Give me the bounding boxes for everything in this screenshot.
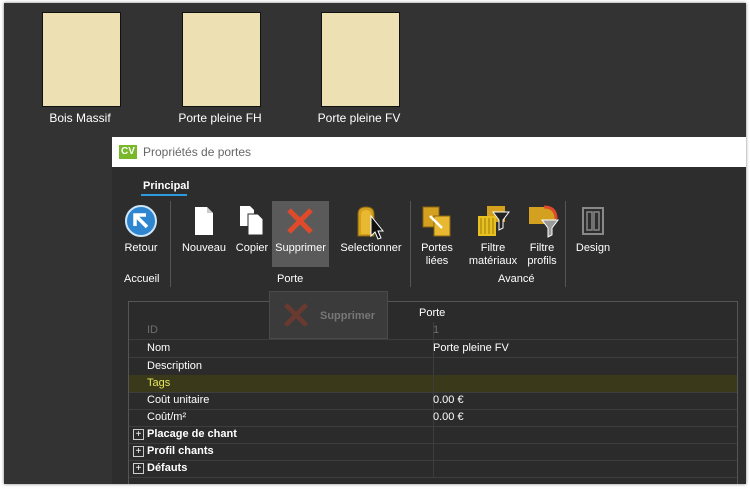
- property-value[interactable]: Porte pleine FV: [433, 342, 509, 354]
- material-label: Bois Massif: [49, 111, 111, 125]
- ribbon: Retour Accueil Nouveau Copier Supprimer …: [112, 201, 746, 291]
- material-filter-icon: [478, 206, 510, 236]
- profile-filter-label: Filtre profils: [527, 242, 557, 267]
- property-row-id: ID 1: [129, 322, 737, 340]
- property-name: Coût/m²: [147, 411, 187, 423]
- property-value[interactable]: 0.00 €: [433, 411, 464, 423]
- property-group-name: Placage de chant: [147, 428, 237, 440]
- group-label-accueil: Accueil: [124, 273, 160, 285]
- property-group-edge-profile[interactable]: + Profil chants: [129, 443, 737, 461]
- back-arrow-icon: [125, 205, 157, 237]
- property-row-unit-cost[interactable]: Coût unitaire 0.00 €: [129, 392, 737, 410]
- back-label: Retour: [124, 242, 158, 254]
- expand-icon[interactable]: +: [133, 429, 144, 440]
- delete-button[interactable]: Supprimer: [272, 201, 329, 267]
- back-button[interactable]: Retour: [120, 201, 162, 267]
- profile-filter-icon: [529, 205, 559, 238]
- profile-filter-button[interactable]: Filtre profils: [522, 201, 562, 267]
- property-group-name: Défauts: [147, 462, 188, 474]
- linked-doors-icon: [422, 206, 451, 237]
- door-properties-window: CV Propriétés de portes Principal Retour…: [112, 137, 746, 484]
- property-grid: Porte ID 1 Nom Porte pleine FV Descripti…: [128, 301, 738, 484]
- group-separator: [170, 201, 171, 287]
- design-label: Design: [575, 242, 611, 254]
- tab-principal[interactable]: Principal: [143, 180, 189, 192]
- app-logo-icon: CV: [119, 145, 137, 159]
- property-row-description[interactable]: Description: [129, 358, 737, 376]
- group-separator: [410, 201, 411, 287]
- new-document-icon: [195, 207, 213, 235]
- window-title: Propriétés de portes: [143, 145, 252, 159]
- property-group-edge-banding[interactable]: + Placage de chant: [129, 426, 737, 444]
- delete-label: Supprimer: [275, 242, 326, 254]
- property-group-name: Profil chants: [147, 445, 214, 457]
- design-button[interactable]: Design: [570, 201, 616, 267]
- delete-x-icon: [287, 208, 313, 234]
- copy-label: Copier: [235, 242, 269, 254]
- property-row-nom[interactable]: Nom Porte pleine FV: [129, 340, 737, 358]
- linked-doors-button[interactable]: Portes liées: [416, 201, 458, 267]
- property-value[interactable]: 0.00 €: [433, 394, 464, 406]
- property-row-tags[interactable]: Tags: [129, 375, 737, 393]
- copy-icon: [240, 206, 264, 236]
- group-label-porte: Porte: [277, 273, 304, 285]
- material-thumbnail-bois-massif[interactable]: [42, 12, 121, 107]
- linked-doors-label: Portes liées: [421, 242, 453, 267]
- property-name: Description: [147, 360, 203, 372]
- door-select-icon: [357, 206, 385, 240]
- property-name: ID: [147, 324, 158, 336]
- property-value: 1: [433, 324, 440, 336]
- drag-ghost-label: Supprimer: [320, 310, 376, 322]
- group-separator: [565, 201, 566, 287]
- group-label-avance: Avancé: [498, 273, 535, 285]
- property-group-defaults[interactable]: + Défauts: [129, 460, 737, 478]
- drag-ghost-delete: Supprimer: [269, 291, 388, 339]
- material-thumbnail-porte-pleine-fv[interactable]: [321, 12, 400, 107]
- tab-active-indicator: [141, 194, 187, 196]
- expand-icon[interactable]: +: [133, 463, 144, 474]
- material-filter-label: Filtre matériaux: [468, 242, 518, 267]
- select-label: Selectionner: [340, 242, 402, 254]
- material-thumbnail-porte-pleine-fh[interactable]: [182, 12, 261, 107]
- property-name: Nom: [147, 342, 171, 354]
- app-frame: Bois Massif Porte pleine FH Porte pleine…: [4, 3, 746, 484]
- property-row-cost-per-m2[interactable]: Coût/m² 0.00 €: [129, 409, 737, 427]
- copy-button[interactable]: Copier: [232, 201, 272, 267]
- material-label: Porte pleine FV: [317, 111, 401, 125]
- select-button[interactable]: Selectionner: [336, 201, 406, 267]
- material-filter-button[interactable]: Filtre matériaux: [464, 201, 522, 267]
- design-icon: [582, 207, 604, 235]
- material-label: Porte pleine FH: [178, 111, 262, 125]
- delete-x-icon: [284, 303, 308, 327]
- property-name: Coût unitaire: [147, 394, 210, 406]
- expand-icon[interactable]: +: [133, 446, 144, 457]
- new-label: Nouveau: [181, 242, 227, 254]
- grid-header: Porte: [419, 307, 446, 319]
- window-titlebar[interactable]: CV Propriétés de portes: [112, 137, 746, 167]
- new-button[interactable]: Nouveau: [178, 201, 230, 267]
- property-name: Tags: [147, 377, 171, 389]
